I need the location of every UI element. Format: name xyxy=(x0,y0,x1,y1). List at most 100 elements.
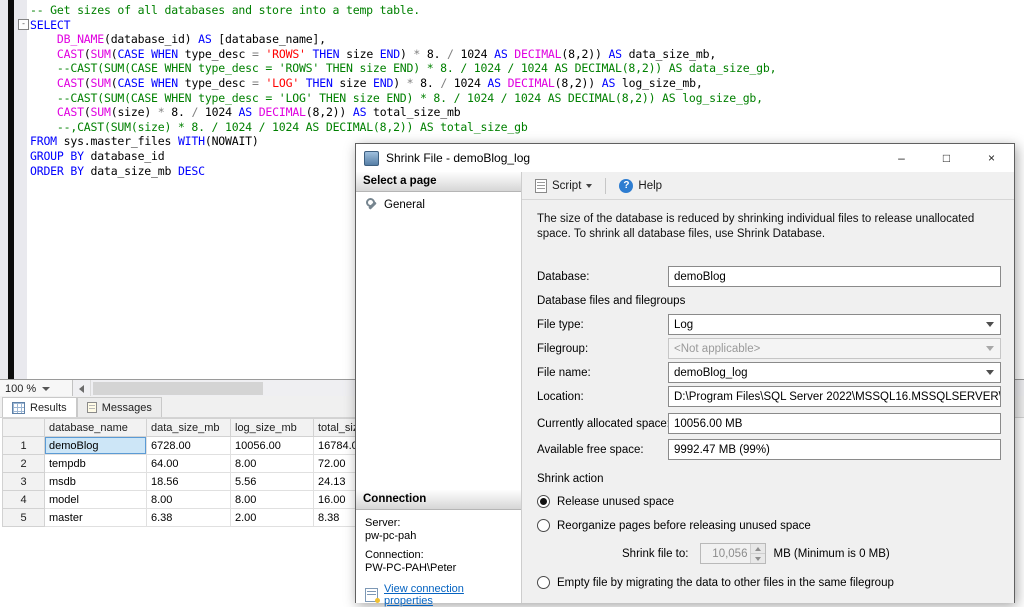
tab-results[interactable]: Results xyxy=(2,397,77,417)
tab-messages-label: Messages xyxy=(102,402,152,414)
code-line: --,CAST(SUM(size) * 8. / 1024 / 1024 AS … xyxy=(30,120,1020,135)
scrollbar-thumb[interactable] xyxy=(93,382,263,395)
grid-cell[interactable]: 6728.00 xyxy=(147,437,231,455)
shrink-file-to-label: Shrink file to: xyxy=(622,548,688,560)
code-line: --CAST(SUM(CASE WHEN type_desc = 'ROWS' … xyxy=(30,61,1020,76)
grid-row-header[interactable]: 5 xyxy=(3,509,45,527)
grid-cell[interactable]: 6.38 xyxy=(147,509,231,527)
grid-cell[interactable]: tempdb xyxy=(45,455,147,473)
connection-info: Server: pw-pc-pah Connection: PW-PC-PAH\… xyxy=(356,510,521,603)
table-row: 3msdb18.565.5624.13 xyxy=(3,473,404,491)
page-list: General xyxy=(356,192,521,490)
grid-cell[interactable]: demoBlog xyxy=(45,437,147,455)
chevron-down-icon xyxy=(42,387,50,391)
connection-label: Connection: xyxy=(365,549,513,561)
grid-column-header[interactable]: log_size_mb xyxy=(231,419,314,437)
code-line: -- Get sizes of all databases and store … xyxy=(30,3,1020,18)
grid-cell[interactable]: 8.00 xyxy=(231,455,314,473)
release-unused-space-radio[interactable] xyxy=(537,495,550,508)
table-row: 2tempdb64.008.0072.00 xyxy=(3,455,404,473)
toolbar-separator xyxy=(605,178,606,194)
free-space-label: Available free space: xyxy=(537,444,668,456)
grid-column-header[interactable]: database_name xyxy=(45,419,147,437)
grid-cell[interactable]: msdb xyxy=(45,473,147,491)
connection-header: Connection xyxy=(356,490,521,510)
empty-file-label: Empty file by migrating the data to othe… xyxy=(557,577,894,589)
free-space-field[interactable]: 9992.47 MB (99%) xyxy=(668,439,1001,460)
grid-row-header[interactable]: 3 xyxy=(3,473,45,491)
connection-value: PW-PC-PAH\Peter xyxy=(365,562,513,574)
code-line: CAST(SUM(CASE WHEN type_desc = 'LOG' THE… xyxy=(30,76,1020,91)
shrink-action-label: Shrink action xyxy=(537,473,1001,485)
shrink-file-dialog: Shrink File - demoBlog_log – □ × Select … xyxy=(355,143,1015,603)
location-field[interactable]: D:\Program Files\SQL Server 2022\MSSQL16… xyxy=(668,386,1001,407)
grid-row-header[interactable]: 4 xyxy=(3,491,45,509)
stepper-buttons xyxy=(750,544,765,563)
script-icon xyxy=(535,179,547,193)
chevron-down-icon xyxy=(586,184,592,188)
stepper-down-button xyxy=(751,553,765,563)
database-label: Database: xyxy=(537,271,668,283)
database-field[interactable]: demoBlog xyxy=(668,266,1001,287)
filegroup-select: <Not applicable> xyxy=(668,338,1001,359)
allocated-space-field[interactable]: 10056.00 MB xyxy=(668,413,1001,434)
shrink-file-to-row: Shrink file to: 10,056 MB (Minimum is 0 … xyxy=(622,543,1001,564)
release-unused-space-label: Release unused space xyxy=(557,496,674,508)
scroll-left-button[interactable] xyxy=(73,380,91,397)
help-icon: ? xyxy=(619,179,633,193)
help-button-label: Help xyxy=(638,180,662,192)
script-button[interactable]: Script xyxy=(531,177,596,195)
grid-row-header[interactable]: 1 xyxy=(3,437,45,455)
grid-cell[interactable]: model xyxy=(45,491,147,509)
chevron-down-icon xyxy=(986,322,994,327)
maximize-button[interactable]: □ xyxy=(924,144,969,172)
grid-cell[interactable]: master xyxy=(45,509,147,527)
view-connection-properties-link[interactable]: View connection properties xyxy=(384,583,513,607)
dialog-titlebar[interactable]: Shrink File - demoBlog_log – □ × xyxy=(356,144,1014,172)
empty-file-radio[interactable] xyxy=(537,576,550,589)
grid-column-header[interactable]: data_size_mb xyxy=(147,419,231,437)
grid-cell[interactable]: 18.56 xyxy=(147,473,231,491)
zoom-control[interactable]: 100 % xyxy=(0,380,73,397)
window-buttons: – □ × xyxy=(879,144,1014,172)
arrow-down-icon xyxy=(755,557,761,561)
file-name-label: File name: xyxy=(537,367,668,379)
help-button[interactable]: ? Help xyxy=(615,177,666,195)
tab-messages[interactable]: Messages xyxy=(77,397,162,417)
editor-margin-bar xyxy=(8,0,14,379)
table-row: 4model8.008.0016.00 xyxy=(3,491,404,509)
view-connection-properties-row: View connection properties xyxy=(365,583,513,607)
dialog-left-panel: Select a page General Connection Server:… xyxy=(356,172,522,603)
stepper-up-button xyxy=(751,544,765,553)
file-type-select[interactable]: Log xyxy=(668,314,1001,335)
filegroup-value: <Not applicable> xyxy=(674,343,760,355)
shrink-file-to-unit: MB (Minimum is 0 MB) xyxy=(773,548,889,560)
grid-corner[interactable] xyxy=(3,419,45,437)
minimize-button[interactable]: – xyxy=(879,144,924,172)
filegroup-label: Filegroup: xyxy=(537,343,668,355)
connection-properties-icon xyxy=(365,588,378,602)
grid-cell[interactable]: 10056.00 xyxy=(231,437,314,455)
code-line: --CAST(SUM(CASE WHEN type_desc = 'LOG' T… xyxy=(30,91,1020,106)
file-name-select[interactable]: demoBlog_log xyxy=(668,362,1001,383)
dialog-description: The size of the database is reduced by s… xyxy=(537,212,1002,242)
dialog-toolbar: Script ? Help xyxy=(522,172,1014,200)
grid-cell[interactable]: 8.00 xyxy=(231,491,314,509)
script-button-label: Script xyxy=(552,180,581,192)
file-name-value: demoBlog_log xyxy=(674,367,748,379)
grid-cell[interactable]: 8.00 xyxy=(147,491,231,509)
shrink-file-form: Database: demoBlog Database files and fi… xyxy=(537,266,1001,600)
messages-icon xyxy=(87,402,97,413)
grid-cell[interactable]: 2.00 xyxy=(231,509,314,527)
wrench-icon xyxy=(365,198,378,211)
grid-row-header[interactable]: 2 xyxy=(3,455,45,473)
reorganize-pages-radio[interactable] xyxy=(537,519,550,532)
arrow-up-icon xyxy=(755,547,761,551)
code-line: CAST(SUM(size) * 8. / 1024 AS DECIMAL(8,… xyxy=(30,105,1020,120)
code-fold-toggle-icon[interactable]: - xyxy=(18,19,29,30)
grid-cell[interactable]: 64.00 xyxy=(147,455,231,473)
page-item-general[interactable]: General xyxy=(356,192,521,211)
server-label: Server: xyxy=(365,517,513,529)
close-button[interactable]: × xyxy=(969,144,1014,172)
grid-cell[interactable]: 5.56 xyxy=(231,473,314,491)
